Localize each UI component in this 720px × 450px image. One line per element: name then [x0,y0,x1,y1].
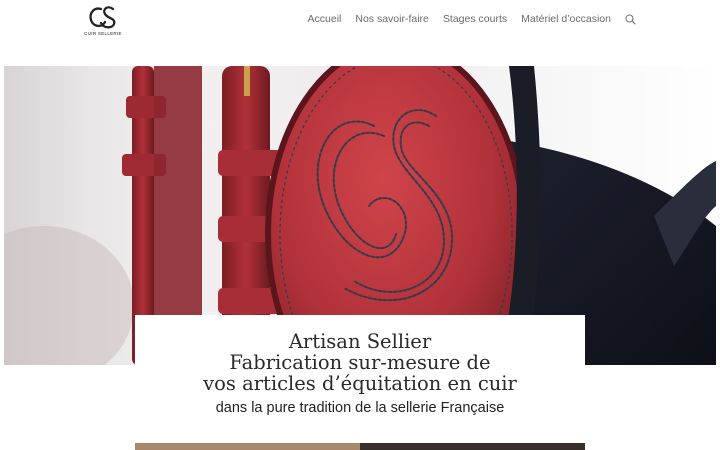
hero-subtitle: dans la pure tradition de la sellerie Fr… [215,400,505,416]
hero-title-line-1: Artisan Sellier [288,330,432,353]
strip-image-left [135,443,360,450]
hero-title-line-2: Fabrication sur-mesure de [229,351,491,374]
site-logo[interactable]: CUIR SELLERIE [84,4,122,40]
section-image-strip [135,443,585,450]
nav-item-materiel[interactable]: Matériel d’occasion [514,11,618,27]
logo-subtitle: CUIR SELLERIE [84,31,122,36]
hero-title: Artisan Sellier Fabrication sur-mesure d… [135,315,585,394]
site-header: CUIR SELLERIE Accueil Nos savoir-faire S… [0,0,720,66]
search-button[interactable] [618,13,636,25]
nav-item-savoir-faire[interactable]: Nos savoir-faire [348,11,436,27]
nav-item-accueil[interactable]: Accueil [301,11,349,27]
hero-text-card: Artisan Sellier Fabrication sur-mesure d… [135,315,585,443]
hero-title-line-3: vos articles d’équitation en cuir [203,372,517,395]
main-nav: Accueil Nos savoir-faire Stages courts M… [301,11,636,27]
cs-monogram-icon [89,6,116,29]
search-icon [625,13,636,25]
nav-item-stages[interactable]: Stages courts [436,11,514,27]
strip-image-right [360,443,585,450]
